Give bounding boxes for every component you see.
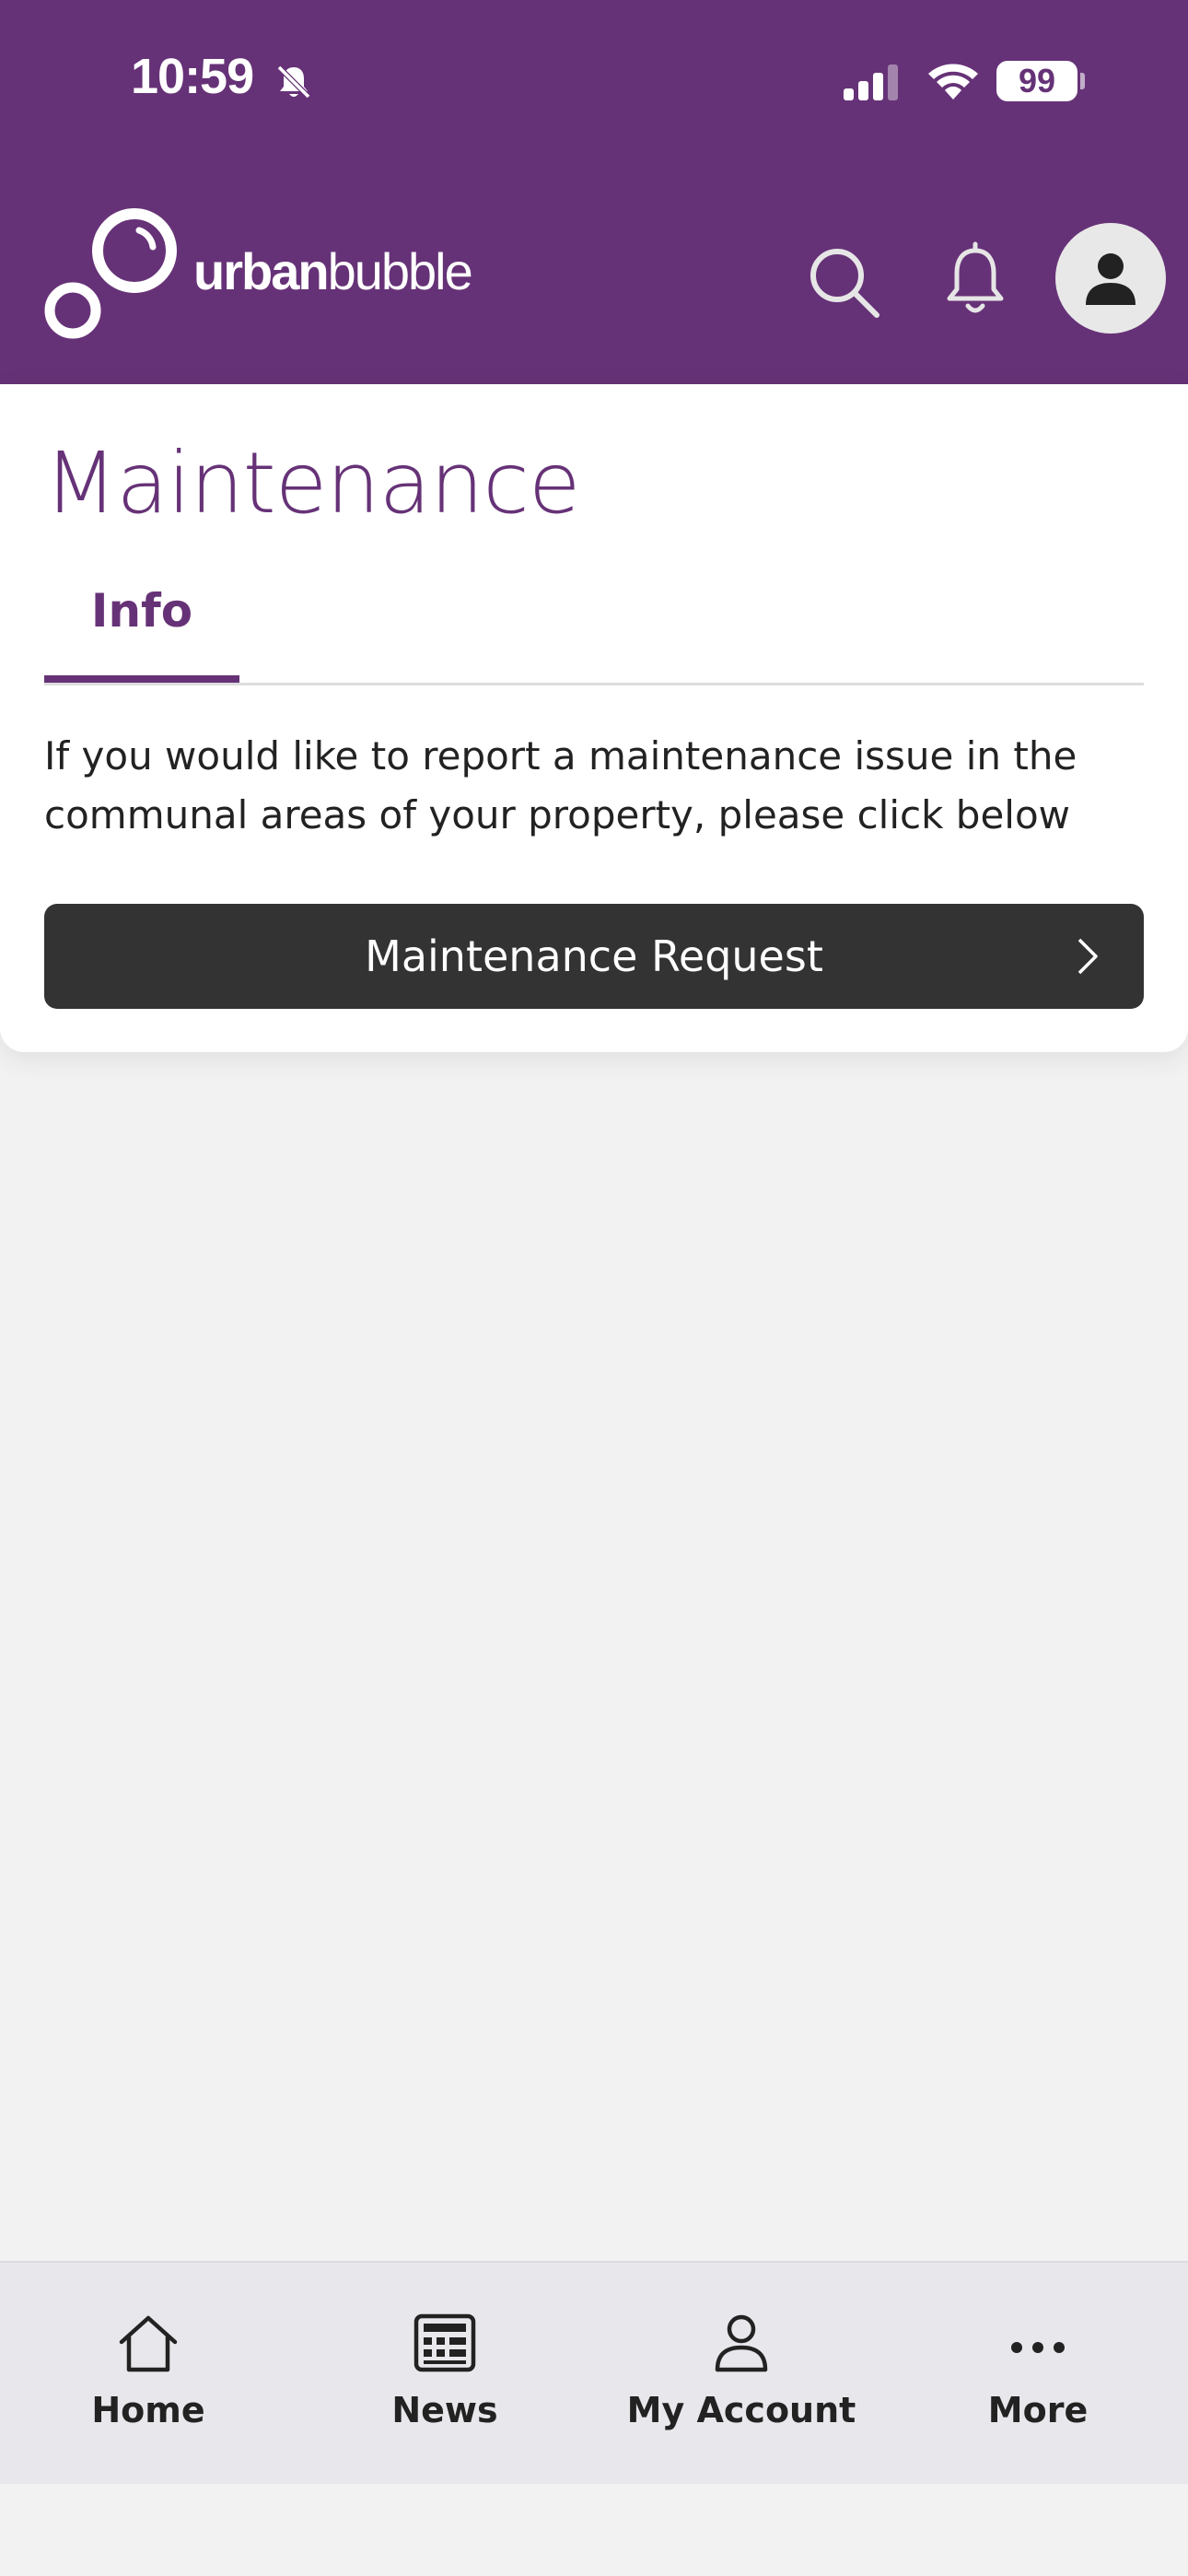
user-silhouette-icon <box>1086 253 1136 305</box>
battery-tip <box>1080 73 1085 89</box>
notifications-bell-icon[interactable] <box>941 241 1009 321</box>
nav-item-home[interactable]: Home <box>0 2263 297 2484</box>
maintenance-info-text: If you would like to report a maintenanc… <box>44 733 1077 837</box>
maintenance-request-button[interactable]: Maintenance Request <box>44 904 1144 1009</box>
wifi-icon <box>928 64 978 100</box>
logo-word-light: bubble <box>327 242 473 300</box>
tab-info-label: Info <box>90 584 193 638</box>
cellular-signal-icon <box>844 64 898 100</box>
ellipsis-icon <box>1011 2342 1065 2353</box>
page-title: Maintenance <box>44 434 580 533</box>
user-avatar-button[interactable] <box>1055 223 1166 334</box>
nav-item-news[interactable]: News <box>297 2263 593 2484</box>
nav-label-news: News <box>391 2390 498 2430</box>
newspaper-icon <box>413 2313 476 2372</box>
logo-wordmark: urbanbubble <box>193 241 473 301</box>
maintenance-request-label: Maintenance Request <box>365 931 823 981</box>
nav-label-my-account: My Account <box>626 2390 856 2430</box>
status-time: 10:59 <box>131 49 254 104</box>
nav-label-home: Home <box>91 2390 205 2430</box>
nav-item-my-account[interactable]: My Account <box>593 2263 890 2484</box>
tab-info[interactable]: Info <box>44 565 239 683</box>
battery-indicator: 99 <box>996 61 1077 101</box>
bell-muted-icon <box>276 64 311 100</box>
tab-bar: Info <box>44 565 1144 685</box>
search-icon[interactable] <box>805 243 882 321</box>
bottom-navigation: Home News My Account More <box>0 2261 1188 2484</box>
logo-word-bold: urban <box>193 242 330 300</box>
chevron-right-icon <box>1077 938 1098 975</box>
nav-label-more: More <box>987 2390 1089 2430</box>
maintenance-card: Maintenance Info If you would like to re… <box>0 384 1188 1052</box>
home-icon <box>119 2315 178 2372</box>
nav-item-more[interactable]: More <box>890 2263 1186 2484</box>
person-icon <box>715 2314 768 2372</box>
app-header: 10:59 99 urbanbubble <box>0 0 1188 384</box>
